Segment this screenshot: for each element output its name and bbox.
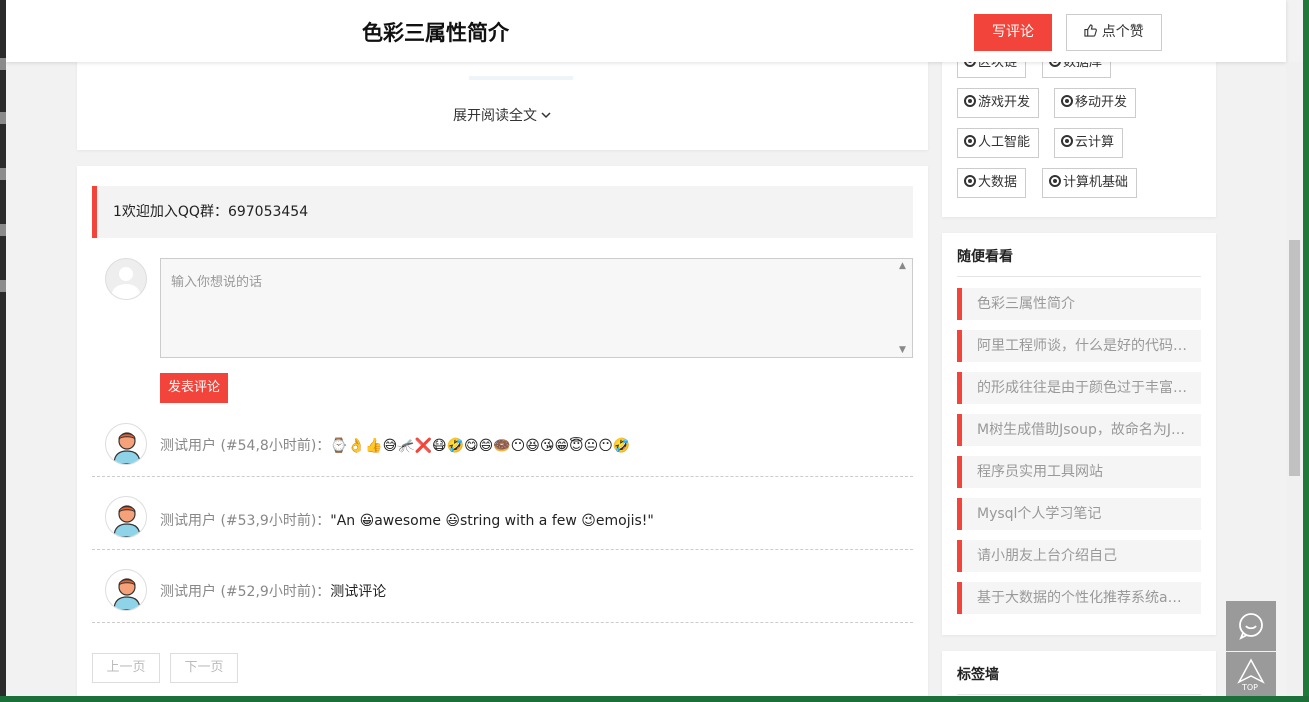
comments-card: 1欢迎加入QQ群：697053454 输入你想说的话 ▲ ▼ 发表评论 测试用户…: [77, 166, 928, 696]
comment-input-placeholder: 输入你想说的话: [171, 275, 263, 290]
like-label: 点个赞: [1101, 24, 1144, 40]
chevron-down-icon: [541, 112, 551, 119]
category-tag[interactable]: 计算机基础: [1042, 168, 1138, 198]
next-page-button[interactable]: 下一页: [170, 653, 238, 683]
random-post-link[interactable]: 程序员实用工具网站: [957, 456, 1201, 488]
category-tag[interactable]: 移动开发: [1054, 88, 1137, 118]
comment-user: 测试用户: [160, 513, 216, 529]
comment-info: (#52,9小时前)：: [220, 584, 331, 600]
comment-text: "An 😀awesome 😃string with a few 😉emojis!…: [330, 513, 654, 529]
radio-icon: [1061, 135, 1073, 147]
category-tag[interactable]: 大数据: [957, 168, 1027, 198]
qq-group-notice: 1欢迎加入QQ群：697053454: [92, 186, 913, 238]
comment-item: 测试用户 (#52,9小时前)：测试评论: [92, 557, 913, 623]
random-post-link[interactable]: 请小朋友上台介绍自己: [957, 540, 1201, 572]
user-avatar-icon: [113, 505, 141, 537]
back-to-top-label: TOP: [1242, 683, 1259, 692]
user-avatar: [105, 423, 147, 465]
divider: [957, 276, 1201, 277]
random-post-link[interactable]: 基于大数据的个性化推荐系统a…: [957, 582, 1201, 614]
scroll-up-icon: ▲: [899, 261, 906, 271]
article-fade: [469, 76, 573, 80]
textarea-scrollbar[interactable]: ▲ ▼: [896, 259, 912, 357]
back-to-top-button[interactable]: TOP: [1226, 652, 1276, 696]
submit-comment-button[interactable]: 发表评论: [160, 373, 228, 403]
random-post-link[interactable]: M树生成借助Jsoup，故命名为J…: [957, 414, 1201, 446]
scroll-down-icon: ▼: [899, 345, 906, 355]
write-comment-button[interactable]: 写评论: [974, 14, 1052, 51]
background-window-bottom: [0, 696, 1309, 702]
page-scrollbar[interactable]: [1286, 62, 1303, 696]
comment-info: (#54,8小时前)：: [220, 438, 331, 454]
radio-icon: [1061, 95, 1073, 107]
random-post-link[interactable]: 色彩三属性简介: [957, 288, 1201, 320]
chat-float-button[interactable]: [1226, 601, 1276, 651]
scrollbar-thumb[interactable]: [1289, 240, 1300, 476]
radio-icon: [1049, 175, 1061, 187]
sticky-header: 色彩三属性简介 写评论 点个赞: [6, 0, 1286, 62]
current-user-avatar: [105, 258, 147, 300]
comment-meta: 测试用户 (#53,9小时前)："An 😀awesome 😃string wit…: [160, 510, 654, 530]
random-posts-title: 随便看看: [957, 249, 1013, 265]
user-avatar: [105, 569, 147, 611]
browser-viewport: 展开阅读全文 1欢迎加入QQ群：697053454 输入你想说的话 ▲ ▼ 发表…: [6, 0, 1303, 696]
radio-icon: [964, 175, 976, 187]
category-tag[interactable]: 游戏开发: [957, 88, 1040, 118]
page-title: 色彩三属性简介: [362, 21, 509, 45]
expand-article-link[interactable]: 展开阅读全文: [453, 105, 551, 125]
like-button[interactable]: 点个赞: [1066, 14, 1162, 51]
divider: [957, 694, 1201, 695]
comment-text: ⌚👌👍😅🦟❌😷🤣😋😄🍩😶😆😘😁😇😐😶🤣: [330, 438, 631, 454]
random-posts-card: 随便看看 色彩三属性简介 阿里工程师谈，什么是好的代码… 的形成往往是由于颜色过…: [942, 233, 1216, 635]
random-post-link[interactable]: 的形成往往是由于颜色过于丰富…: [957, 372, 1201, 404]
comment-meta: 测试用户 (#52,9小时前)：测试评论: [160, 581, 386, 601]
comment-meta: 测试用户 (#54,8小时前)：⌚👌👍😅🦟❌😷🤣😋😄🍩😶😆😘😁😇😐😶🤣: [160, 435, 630, 455]
comment-text: 测试评论: [330, 584, 387, 600]
comment-item: 测试用户 (#54,8小时前)：⌚👌👍😅🦟❌😷🤣😋😄🍩😶😆😘😁😇😐😶🤣: [92, 411, 913, 477]
comment-input[interactable]: 输入你想说的话 ▲ ▼: [160, 258, 913, 358]
random-post-link[interactable]: Mysql个人学习笔记: [957, 498, 1201, 530]
radio-icon: [964, 135, 976, 147]
tag-wall-card: 标签墙: [942, 651, 1216, 696]
user-avatar-icon: [113, 578, 141, 610]
user-avatar: [105, 496, 147, 538]
tag-wall-title: 标签墙: [957, 667, 999, 683]
category-tag[interactable]: 人工智能: [957, 128, 1040, 158]
chat-icon: [1239, 613, 1263, 640]
radio-icon: [964, 95, 976, 107]
random-post-link[interactable]: 阿里工程师谈，什么是好的代码…: [957, 330, 1201, 362]
category-tag[interactable]: 云计算: [1054, 128, 1124, 158]
prev-page-button[interactable]: 上一页: [92, 653, 160, 683]
user-avatar-icon: [113, 432, 141, 464]
comment-user: 测试用户: [160, 438, 216, 454]
thumbs-up-icon: [1084, 24, 1098, 37]
comment-user: 测试用户: [160, 584, 216, 600]
expand-label: 展开阅读全文: [453, 108, 537, 124]
comment-item: 测试用户 (#53,9小时前)："An 😀awesome 😃string wit…: [92, 484, 913, 550]
comment-info: (#53,9小时前)：: [220, 513, 331, 529]
category-card: 区块链 数据库 游戏开发 移动开发 人工智能 云计算 大数据 计算机基础: [942, 40, 1216, 217]
